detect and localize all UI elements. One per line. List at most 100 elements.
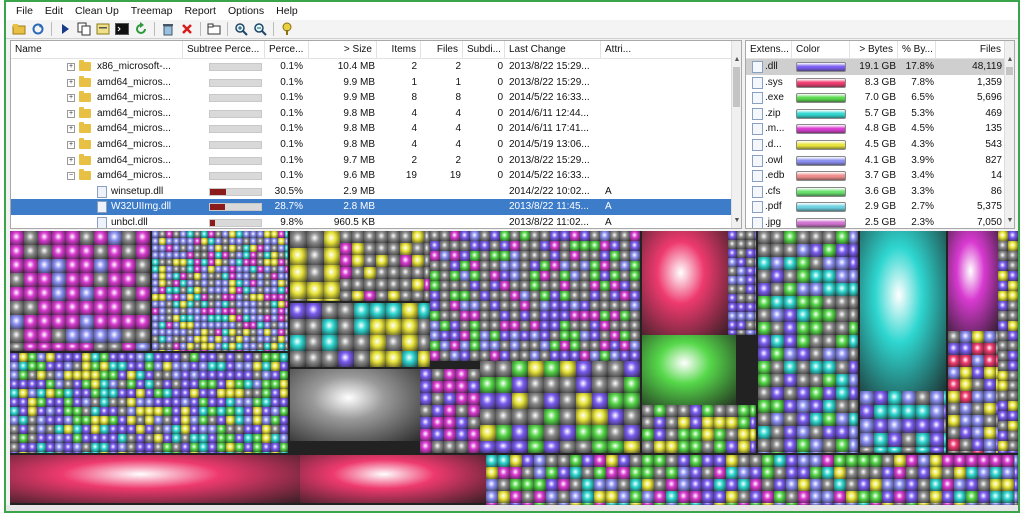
treemap-block[interactable] bbox=[496, 441, 512, 453]
treemap-block[interactable] bbox=[215, 266, 222, 273]
treemap-block[interactable] bbox=[728, 321, 737, 330]
treemap-block[interactable] bbox=[470, 341, 480, 351]
treemap-block[interactable] bbox=[208, 407, 217, 416]
treemap-block[interactable] bbox=[46, 398, 55, 407]
treemap-block[interactable] bbox=[726, 491, 738, 503]
treemap-block[interactable] bbox=[145, 389, 154, 398]
treemap-block[interactable] bbox=[746, 330, 755, 335]
treemap-block[interactable] bbox=[28, 380, 37, 389]
treemap-block[interactable] bbox=[199, 380, 208, 389]
treemap-block[interactable] bbox=[440, 251, 450, 261]
treemap-block[interactable] bbox=[960, 379, 972, 391]
treemap-block[interactable] bbox=[154, 407, 163, 416]
treemap-block[interactable] bbox=[250, 308, 257, 315]
treemap-block[interactable] bbox=[510, 301, 520, 311]
treemap-block[interactable] bbox=[540, 231, 550, 241]
treemap-block[interactable] bbox=[996, 391, 998, 403]
treemap-block[interactable] bbox=[430, 261, 440, 271]
treemap-block[interactable] bbox=[278, 259, 285, 266]
treemap-block[interactable] bbox=[849, 374, 858, 387]
treemap-block[interactable] bbox=[80, 287, 94, 301]
treemap-block[interactable] bbox=[201, 322, 208, 329]
treemap-block[interactable] bbox=[253, 398, 262, 407]
treemap-block[interactable] bbox=[784, 309, 797, 322]
treemap-block[interactable] bbox=[570, 261, 580, 271]
treemap-block[interactable] bbox=[194, 315, 201, 322]
treemap-block[interactable] bbox=[159, 343, 166, 350]
column-header-items[interactable]: Items bbox=[377, 41, 421, 59]
treemap-block[interactable] bbox=[208, 443, 217, 452]
treemap-block[interactable] bbox=[236, 308, 243, 315]
treemap-block[interactable] bbox=[10, 315, 24, 329]
treemap-block[interactable] bbox=[810, 322, 823, 335]
treemap-block[interactable] bbox=[187, 245, 194, 252]
treemap-block[interactable] bbox=[972, 379, 984, 391]
treemap-block[interactable] bbox=[208, 259, 215, 266]
treemap-block[interactable] bbox=[229, 308, 236, 315]
treemap-block[interactable] bbox=[10, 425, 19, 434]
treemap-block[interactable] bbox=[173, 350, 180, 351]
treemap-block[interactable] bbox=[229, 259, 236, 266]
treemap-block[interactable] bbox=[236, 350, 243, 351]
treemap-block[interactable] bbox=[440, 341, 450, 351]
treemap-block[interactable] bbox=[580, 281, 590, 291]
scrollbar-thumb[interactable] bbox=[1006, 67, 1013, 75]
treemap-block[interactable] bbox=[154, 398, 163, 407]
treemap-block[interactable] bbox=[784, 348, 797, 361]
treemap-block[interactable] bbox=[972, 403, 984, 415]
treemap-block[interactable] bbox=[520, 261, 530, 271]
treemap-block[interactable] bbox=[420, 441, 432, 453]
treemap-block[interactable] bbox=[500, 241, 510, 251]
treemap-block[interactable] bbox=[180, 231, 187, 238]
treemap-block[interactable] bbox=[540, 241, 550, 251]
treemap-block[interactable] bbox=[28, 452, 37, 453]
treemap-block[interactable] bbox=[528, 361, 544, 377]
treemap-block[interactable] bbox=[73, 362, 82, 371]
treemap-block[interactable] bbox=[82, 353, 91, 362]
treemap-block[interactable] bbox=[874, 405, 888, 419]
treemap-block[interactable] bbox=[19, 353, 28, 362]
treemap-block[interactable] bbox=[750, 441, 756, 453]
extension-row[interactable]: .edb 3.7 GB 3.4% 14 bbox=[746, 168, 1006, 184]
treemap-block[interactable] bbox=[510, 331, 520, 341]
treemap-block[interactable] bbox=[73, 371, 82, 380]
treemap-block[interactable] bbox=[243, 336, 250, 343]
menu-options[interactable]: Options bbox=[222, 5, 270, 17]
treemap-block[interactable] bbox=[136, 398, 145, 407]
treemap-block[interactable] bbox=[181, 353, 190, 362]
treemap-block[interactable] bbox=[235, 443, 244, 452]
treemap-block[interactable] bbox=[19, 416, 28, 425]
treemap-block[interactable] bbox=[702, 429, 714, 441]
treemap-block[interactable] bbox=[235, 434, 244, 443]
treemap-block[interactable] bbox=[520, 281, 530, 291]
treemap-block[interactable] bbox=[576, 393, 592, 409]
treemap-block[interactable] bbox=[1008, 311, 1018, 321]
treemap-block[interactable] bbox=[996, 427, 998, 439]
treemap-block[interactable] bbox=[10, 353, 19, 362]
treemap-block[interactable] bbox=[187, 280, 194, 287]
treemap-block[interactable] bbox=[208, 343, 215, 350]
treemap-block[interactable] bbox=[810, 309, 823, 322]
treemap-block[interactable] bbox=[235, 380, 244, 389]
treemap-block[interactable] bbox=[810, 374, 823, 387]
treemap-block[interactable] bbox=[906, 479, 918, 491]
treemap-block[interactable] bbox=[966, 479, 978, 491]
treemap-block[interactable] bbox=[285, 231, 288, 238]
treemap-block[interactable] bbox=[340, 243, 352, 255]
treemap-block[interactable] bbox=[109, 371, 118, 380]
treemap-block[interactable] bbox=[755, 249, 756, 258]
treemap-block[interactable] bbox=[550, 341, 560, 351]
tree-row-file[interactable]: winsetup.dll 30.5% 2.9 MB 2014/2/22 10:02..… bbox=[11, 184, 733, 200]
treemap-block[interactable] bbox=[580, 261, 590, 271]
treemap-block[interactable] bbox=[490, 241, 500, 251]
treemap-block[interactable] bbox=[136, 245, 150, 259]
treemap-block[interactable] bbox=[560, 291, 570, 301]
treemap-block[interactable] bbox=[836, 244, 849, 257]
treemap-block[interactable] bbox=[810, 413, 823, 426]
treemap-block[interactable] bbox=[28, 443, 37, 452]
treemap-block[interactable] bbox=[215, 350, 222, 351]
treemap-block[interactable] bbox=[610, 311, 620, 321]
treemap-block[interactable] bbox=[364, 291, 376, 301]
treemap-block[interactable] bbox=[774, 491, 786, 503]
treemap-block[interactable] bbox=[944, 419, 946, 433]
